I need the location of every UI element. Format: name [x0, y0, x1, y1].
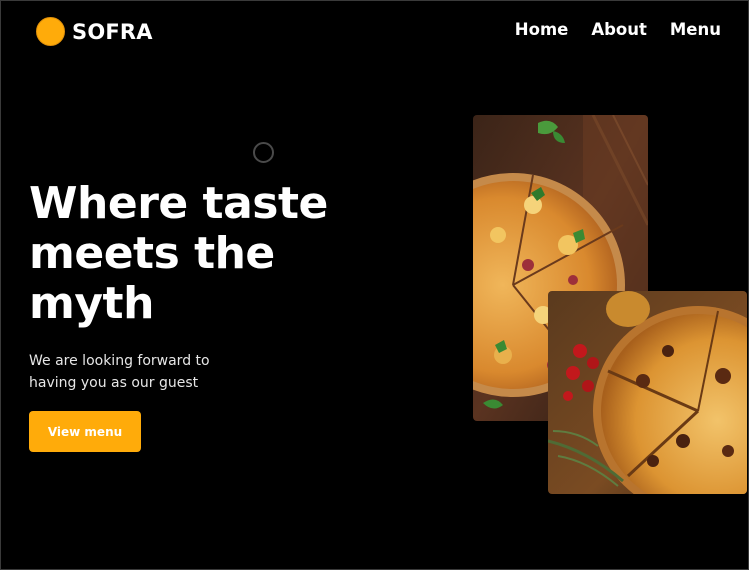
hero-subtitle: We are looking forward to having you as o… — [29, 350, 239, 394]
hero-title-line-3: myth — [29, 278, 154, 329]
logo-circle-icon — [36, 17, 65, 46]
main-nav: Home About Menu — [515, 20, 721, 39]
nav-item-about[interactable]: About — [591, 20, 647, 39]
pizza-photo-bottom — [548, 291, 747, 494]
hero-subtitle-line-2: having you as our guest — [29, 375, 199, 391]
brand-logo[interactable]: SOFRA — [36, 17, 153, 46]
nav-item-menu[interactable]: Menu — [670, 20, 721, 39]
hero-title: Where taste meets the myth — [29, 179, 369, 329]
view-menu-button[interactable]: View menu — [29, 411, 141, 452]
pizza-image-bottom — [548, 291, 747, 494]
brand-name: SOFRA — [72, 19, 153, 44]
nav-item-home[interactable]: Home — [515, 20, 569, 39]
decorative-ring — [253, 142, 274, 163]
hero-subtitle-line-1: We are looking forward to — [29, 353, 210, 369]
hero-title-line-1: Where taste — [29, 178, 328, 229]
hero-title-line-2: meets the — [29, 228, 275, 279]
page-frame: SOFRA Home About Menu Where taste meets t… — [0, 0, 749, 570]
